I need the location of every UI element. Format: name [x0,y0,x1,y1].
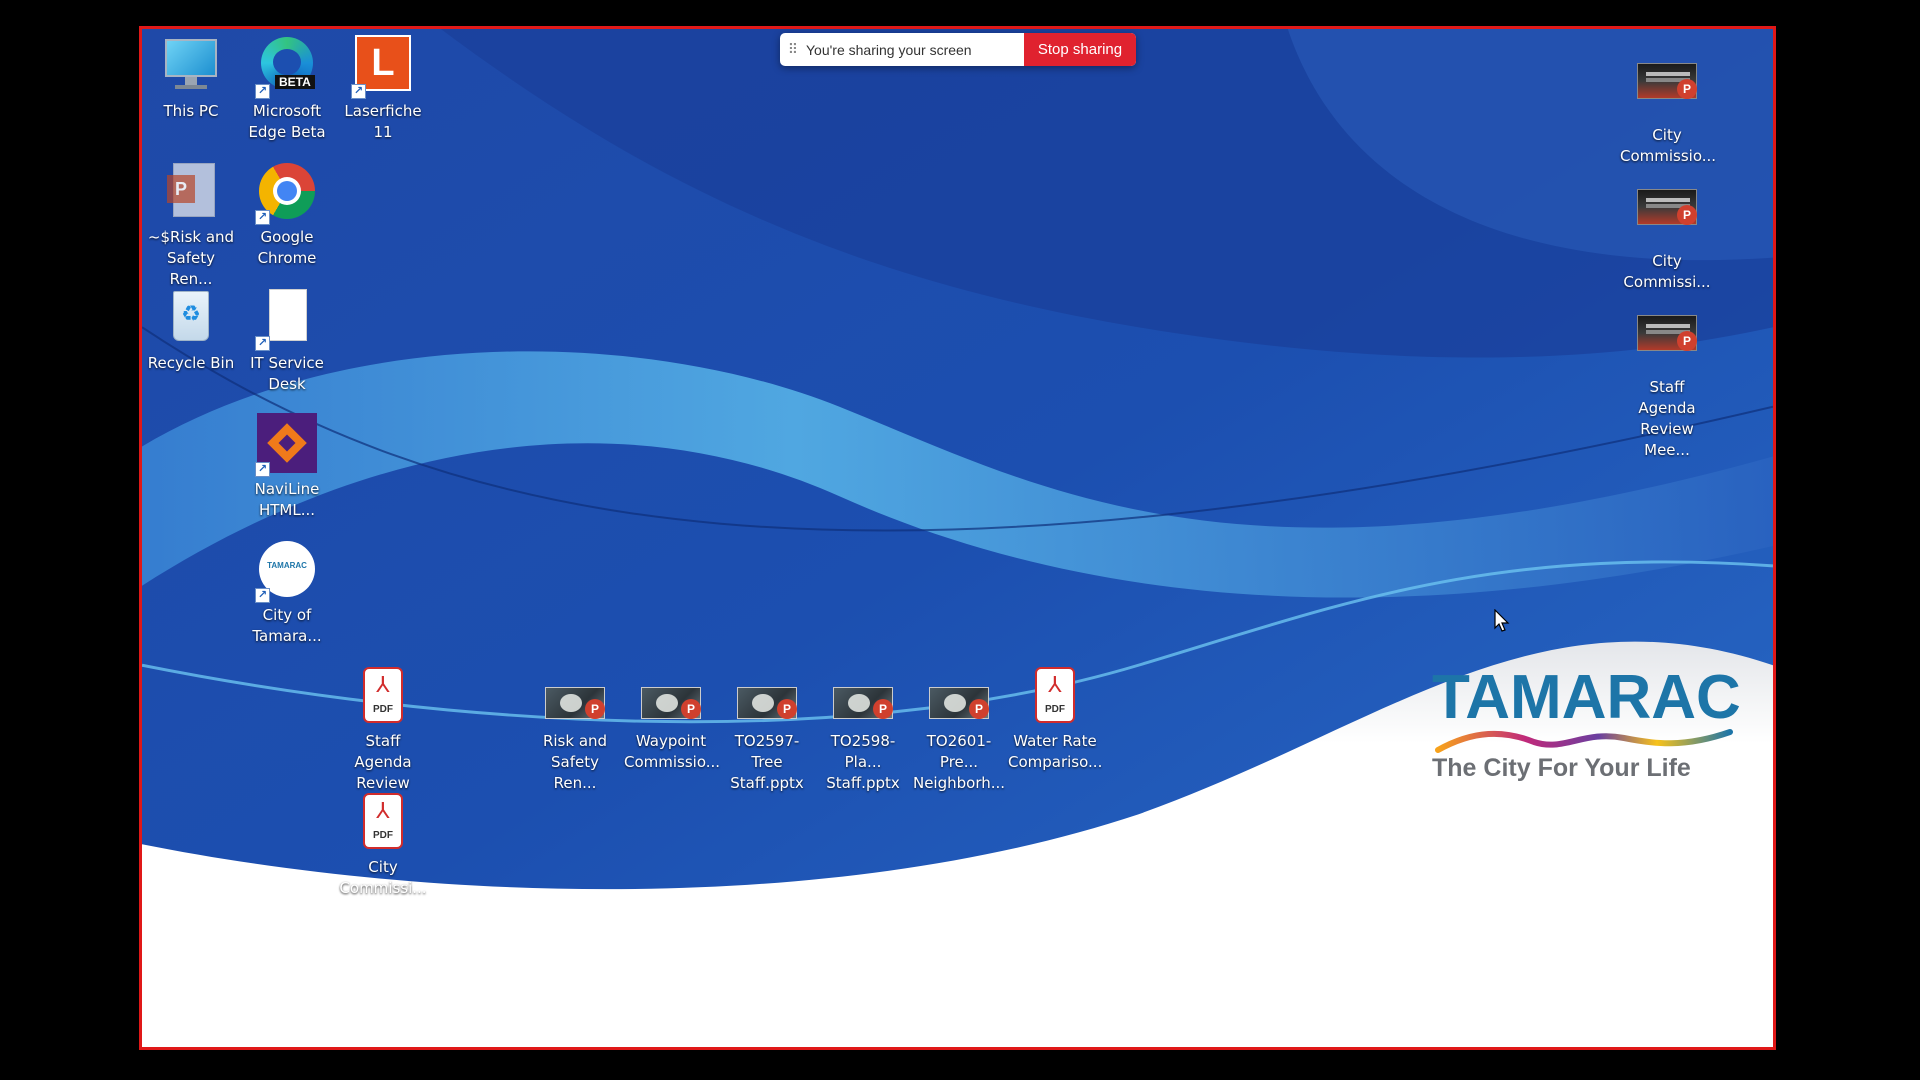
pptx-file-city-commission-2[interactable]: P City Commissi... [1620,185,1714,293]
pdf-file-city-commission[interactable]: ⅄ PDF City Commissi... [336,791,430,899]
pptx-thumbnail-icon: P [735,665,799,729]
icon-label: Microsoft Edge Beta [248,102,326,141]
pptx-thumbnail-icon: P [639,665,703,729]
icon-label: TO2601-Pre... Neighborh... [912,732,1006,792]
pptx-file-city-commission-1[interactable]: P City Commissio... [1620,59,1717,167]
mouse-cursor-icon [1494,609,1510,632]
laserfiche-shortcut[interactable]: L ↗ Laserfiche 11 [336,35,430,143]
pdf-icon: ⅄ PDF [351,791,415,855]
shortcut-arrow-icon: ↗ [255,210,270,225]
icon-label: This PC [163,102,219,120]
shortcut-arrow-icon: ↗ [255,588,270,603]
blank-document-icon: ↗ [255,287,319,351]
pptx-thumbnail-icon: P [543,665,607,729]
stop-sharing-button[interactable]: Stop sharing [1024,33,1136,66]
icon-label: City of Tamara... [252,606,322,645]
icon-label: Laserfiche 11 [344,102,422,141]
share-status-text: You're sharing your screen [806,41,972,58]
tamarac-logo: TAMARAC The City For Your Life [1432,663,1741,783]
it-service-desk-shortcut[interactable]: ↗ IT Service Desk [240,287,334,395]
laserfiche-icon: L ↗ [351,35,415,99]
pptx-thumbnail-icon: P [831,665,895,729]
pptx-thumbnail-icon: P [927,665,991,729]
pptx-thumbnail-icon: P [1635,59,1699,123]
pptx-file-risk-safety[interactable]: P Risk and Safety Ren... [528,665,622,794]
this-pc-shortcut[interactable]: This PC [144,35,238,122]
pptx-file-to2598[interactable]: P TO2598-Pla... Staff.pptx [816,665,910,794]
icon-label: Risk and Safety Ren... [542,732,608,792]
beta-badge: BETA [275,75,315,89]
icon-label: Recycle Bin [147,354,235,372]
naviline-shortcut[interactable]: ↗ NaviLine HTML... [240,413,334,521]
icon-label: Staff Agenda Review Mee... [1638,378,1696,459]
recycle-bin[interactable]: ♻ Recycle Bin [144,287,238,374]
icon-label: City Commissi... [339,858,427,897]
tamarac-web-icon: TAMARAC ↗ [255,539,319,603]
pptx-file-to2601[interactable]: P TO2601-Pre... Neighborh... [912,665,1006,794]
pptx-file-to2597[interactable]: P TO2597-Tree Staff.pptx [720,665,814,794]
icon-label: TO2598-Pla... Staff.pptx [826,732,900,792]
monitor-icon [159,35,223,99]
icon-label: IT Service Desk [250,354,324,393]
pdf-icon: ⅄ PDF [351,665,415,729]
icon-label: Water Rate Compariso... [1008,732,1103,771]
naviline-icon: ↗ [255,413,319,477]
pdf-file-water-rate[interactable]: ⅄ PDF Water Rate Compariso... [1008,665,1102,773]
icon-label: TO2597-Tree Staff.pptx [730,732,804,792]
logo-brand: TAMARAC [1432,663,1741,732]
pptx-thumbnail-icon: P [1635,185,1699,249]
pptx-thumbnail-icon: P [1635,311,1699,375]
icon-label: Waypoint Commissio... [624,732,721,771]
icon-label: City Commissio... [1620,126,1717,165]
icon-label: NaviLine HTML... [254,480,320,519]
recycle-bin-icon: ♻ [159,287,223,351]
pptx-file-staff-agenda-meeting[interactable]: P Staff Agenda Review Mee... [1620,311,1714,461]
pdf-icon: ⅄ PDF [1023,665,1087,729]
screen-share-bar: ⠿ You're sharing your screen Stop sharin… [780,33,1136,66]
icon-label: City Commissi... [1623,252,1711,291]
icon-label: Google Chrome [257,228,317,267]
shared-screen-frame: This PC BETA ↗ Microsoft Edge Beta L ↗ L… [139,26,1776,1050]
shortcut-arrow-icon: ↗ [255,84,270,99]
shortcut-arrow-icon: ↗ [255,462,270,477]
pptx-file-waypoint[interactable]: P Waypoint Commissio... [624,665,721,773]
chrome-icon: ↗ [255,161,319,225]
edge-beta-icon: BETA ↗ [255,35,319,99]
powerpoint-icon: P [159,161,223,225]
icon-label: ~$Risk and Safety Ren... [147,228,235,288]
shortcut-arrow-icon: ↗ [351,84,366,99]
risk-safety-temp-file[interactable]: P ~$Risk and Safety Ren... [144,161,238,290]
edge-beta-shortcut[interactable]: BETA ↗ Microsoft Edge Beta [240,35,334,143]
city-of-tamarac-shortcut[interactable]: TAMARAC ↗ City of Tamara... [240,539,334,647]
logo-ribbon [1435,729,1733,753]
shortcut-arrow-icon: ↗ [255,336,270,351]
google-chrome-shortcut[interactable]: ↗ Google Chrome [240,161,334,269]
drag-handle-icon[interactable]: ⠿ [780,42,806,58]
logo-tagline: The City For Your Life [1432,754,1691,782]
